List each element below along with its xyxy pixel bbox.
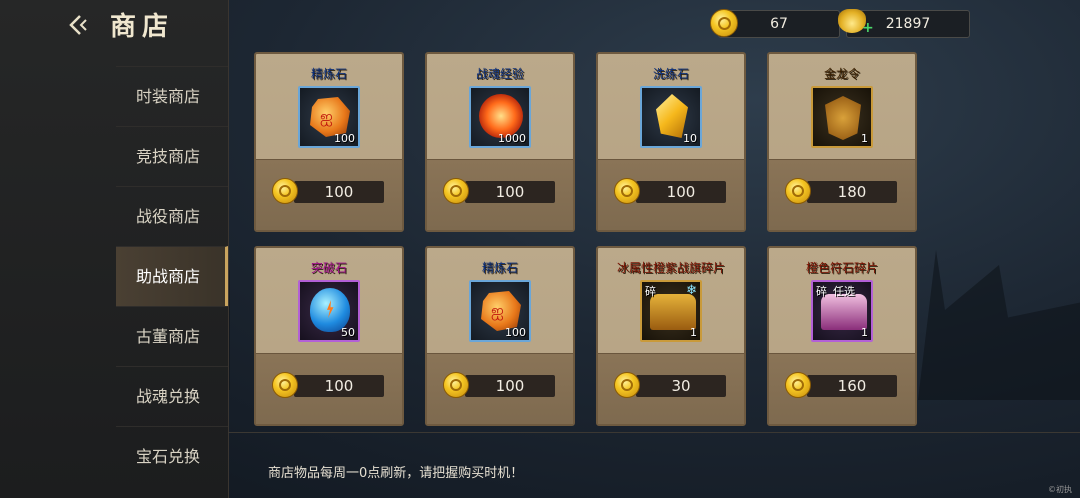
price-box: 100 bbox=[294, 181, 384, 203]
item-price: 100 bbox=[324, 183, 354, 201]
orange-ore-icon bbox=[481, 291, 521, 331]
sidebar-item-gem-exchange[interactable]: 宝石兑换 bbox=[116, 426, 228, 486]
item-name: 洗练石 bbox=[652, 67, 689, 81]
shop-item-card[interactable]: 精炼石 100 100 bbox=[254, 52, 404, 232]
sidebar-item-fashion-shop[interactable]: 时装商店 bbox=[116, 66, 228, 126]
item-price: 160 bbox=[837, 377, 867, 395]
shop-item-card[interactable]: 金龙令 1 180 bbox=[767, 52, 917, 232]
coin-icon bbox=[710, 9, 738, 37]
dragon-token-icon bbox=[825, 96, 861, 140]
item-icon-frame: 50 bbox=[298, 280, 360, 342]
item-price: 180 bbox=[837, 183, 867, 201]
price-box: 100 bbox=[636, 181, 726, 203]
item-quantity: 1 bbox=[861, 132, 868, 145]
item-name: 金龙令 bbox=[823, 67, 860, 81]
choice-tag: 任选 bbox=[833, 285, 855, 298]
item-name: 突破石 bbox=[310, 261, 347, 275]
shop-item-card[interactable]: 突破石 50 100 bbox=[254, 246, 404, 426]
item-name: 冰属性橙紫战旗碎片 bbox=[616, 261, 725, 275]
fragment-tag: 碎 bbox=[816, 285, 827, 298]
coin-icon bbox=[785, 178, 811, 204]
back-icon[interactable] bbox=[66, 12, 92, 38]
item-quantity: 100 bbox=[334, 132, 355, 145]
item-icon-frame: 1 bbox=[811, 86, 873, 148]
price-box: 30 bbox=[636, 375, 726, 397]
coin-icon bbox=[443, 372, 469, 398]
price-box: 180 bbox=[807, 181, 897, 203]
item-name: 精炼石 bbox=[310, 67, 347, 81]
item-icon-frame: 10 bbox=[640, 86, 702, 148]
price-box: 100 bbox=[465, 181, 555, 203]
background-ship-right bbox=[918, 250, 1080, 400]
footer-divider bbox=[228, 432, 1080, 433]
shop-category-menu: 时装商店 竞技商店 战役商店 助战商店 古董商店 战魂兑换 宝石兑换 bbox=[116, 66, 228, 486]
coin-icon bbox=[614, 372, 640, 398]
orange-ore-icon bbox=[310, 97, 350, 137]
sidebar-item-arena-shop[interactable]: 竞技商店 bbox=[116, 126, 228, 186]
item-name: 精炼石 bbox=[481, 261, 518, 275]
shop-item-card[interactable]: 精炼石 100 100 bbox=[425, 246, 575, 426]
coin-icon bbox=[443, 178, 469, 204]
coin-icon bbox=[272, 178, 298, 204]
shop-item-card[interactable]: 橙色符石碎片 碎 任选 1 160 bbox=[767, 246, 917, 426]
sidebar: 商店 时装商店 竞技商店 战役商店 助战商店 古董商店 战魂兑换 宝石兑换 bbox=[0, 0, 229, 498]
coin-icon bbox=[614, 178, 640, 204]
item-price: 100 bbox=[324, 377, 354, 395]
page-title: 商店 bbox=[110, 12, 175, 42]
item-name: 战魂经验 bbox=[475, 67, 524, 81]
coin-icon bbox=[785, 372, 811, 398]
refresh-note: 商店物品每周一0点刷新，请把握购买时机！ bbox=[268, 466, 524, 481]
item-icon-frame: 碎 任选 1 bbox=[811, 280, 873, 342]
price-box: 100 bbox=[465, 375, 555, 397]
coin-icon bbox=[272, 372, 298, 398]
sidebar-item-war-soul-exchange[interactable]: 战魂兑换 bbox=[116, 366, 228, 426]
item-price: 30 bbox=[671, 377, 691, 395]
price-box: 160 bbox=[807, 375, 897, 397]
item-quantity: 10 bbox=[683, 132, 697, 145]
rune-chest-icon bbox=[821, 294, 867, 330]
shop-item-card[interactable]: 洗练石 10 100 bbox=[596, 52, 746, 232]
item-price: 100 bbox=[495, 183, 525, 201]
sidebar-item-antique-shop[interactable]: 古董商店 bbox=[116, 306, 228, 366]
snowflake-icon: ❄ bbox=[686, 283, 697, 298]
item-icon-frame: 碎 ❄ 1 bbox=[640, 280, 702, 342]
add-currency-icon[interactable]: + bbox=[862, 20, 874, 36]
item-name: 橙色符石碎片 bbox=[805, 261, 878, 275]
item-quantity: 100 bbox=[505, 326, 526, 339]
price-box: 100 bbox=[294, 375, 384, 397]
watermark: ©初执 bbox=[1048, 485, 1072, 494]
war-flag-chest-icon bbox=[650, 294, 696, 330]
item-icon-frame: 100 bbox=[469, 280, 531, 342]
item-price: 100 bbox=[495, 377, 525, 395]
item-quantity: 1000 bbox=[498, 132, 526, 145]
item-quantity: 50 bbox=[341, 326, 355, 339]
sidebar-item-campaign-shop[interactable]: 战役商店 bbox=[116, 186, 228, 246]
header: 商店 bbox=[0, 0, 228, 50]
item-icon-frame: 100 bbox=[298, 86, 360, 148]
shop-item-card[interactable]: 战魂经验 1000 100 bbox=[425, 52, 575, 232]
shop-item-card[interactable]: 冰属性橙紫战旗碎片 碎 ❄ 1 30 bbox=[596, 246, 746, 426]
sidebar-item-support-shop[interactable]: 助战商店 bbox=[116, 246, 228, 306]
item-quantity: 1 bbox=[861, 326, 868, 339]
item-icon-frame: 1000 bbox=[469, 86, 531, 148]
item-quantity: 1 bbox=[690, 326, 697, 339]
item-price: 100 bbox=[666, 183, 696, 201]
fragment-tag: 碎 bbox=[645, 285, 656, 298]
